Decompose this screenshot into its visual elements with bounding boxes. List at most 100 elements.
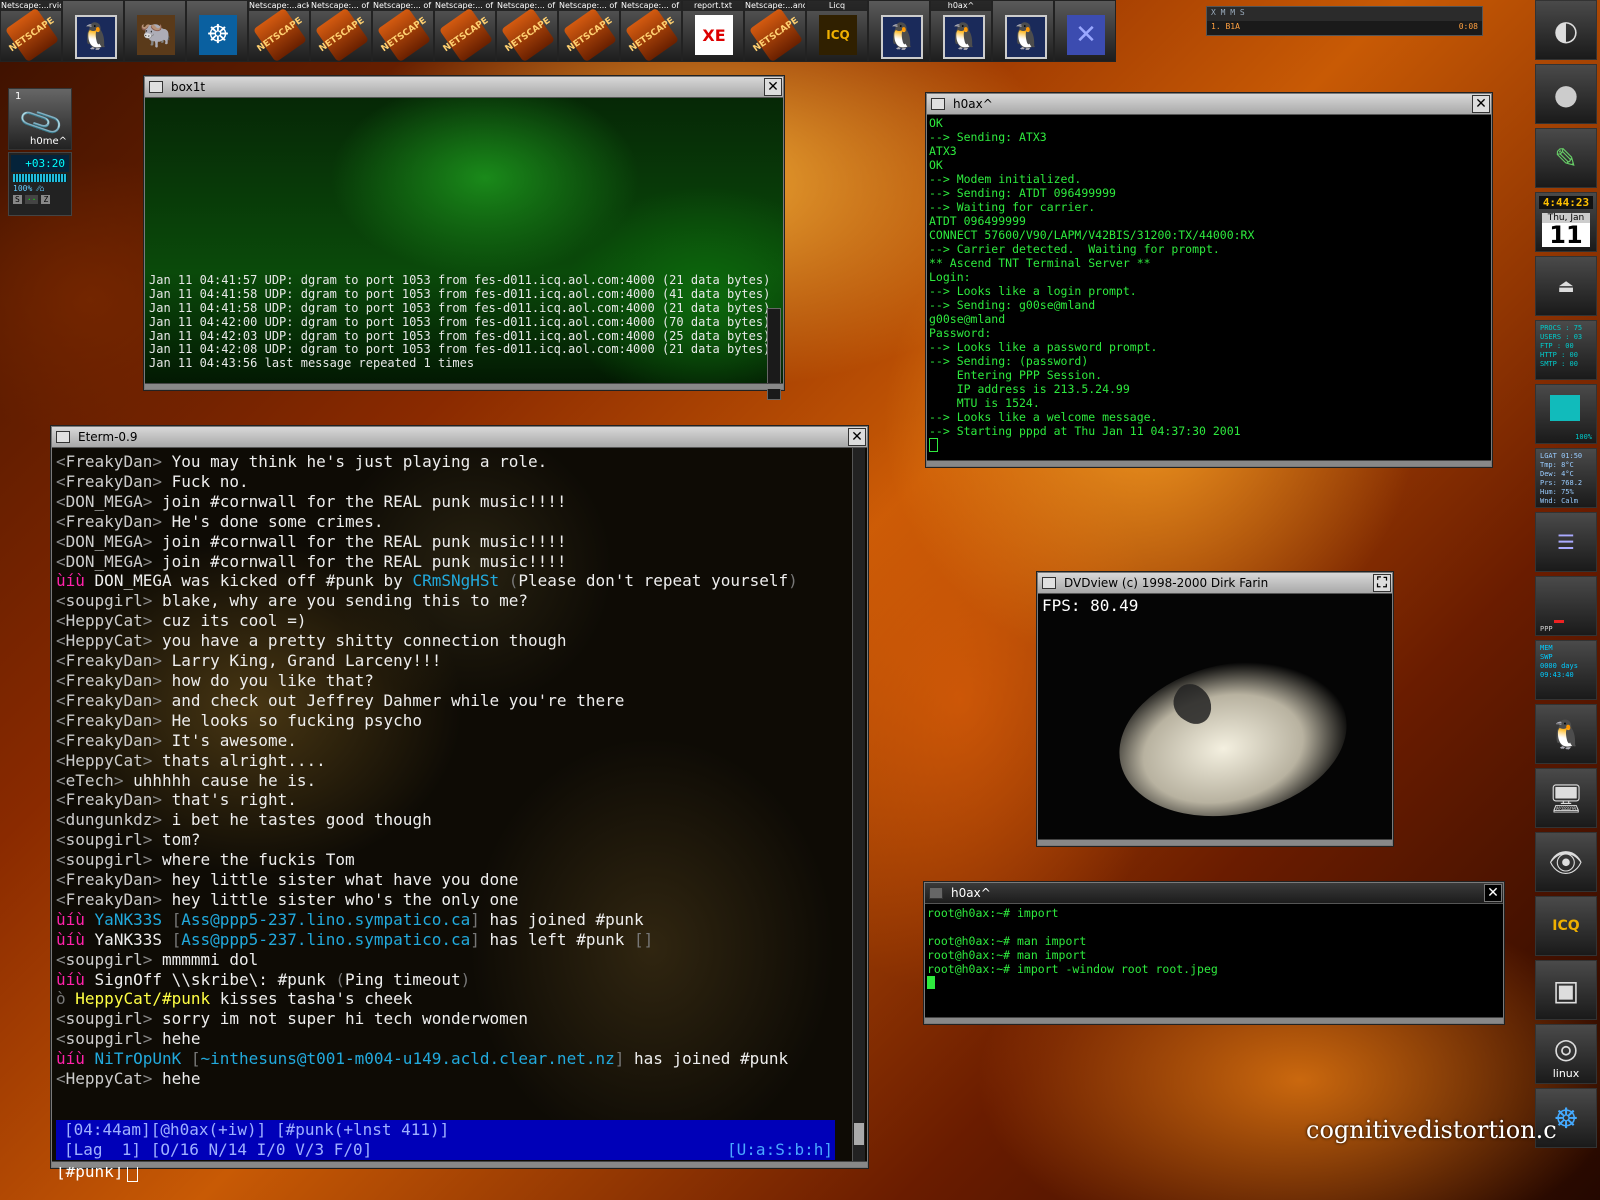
log-line: Jan 11 04:41:58 UDP: dgram to port 1053 … [149, 301, 771, 316]
modem-log-output[interactable]: OK --> Sending: ATX3 ATX3 OK --> Modem initi… [927, 115, 1491, 460]
dock-app-swirl[interactable]: ◐ [1535, 0, 1597, 60]
moon-icon: ● [1553, 77, 1579, 111]
h0ax-shell-titlebar[interactable]: h0ax^ ✕ [925, 883, 1503, 904]
vertical-scrollbar[interactable] [852, 448, 865, 1161]
taskbar-item[interactable]: Netscape:... of 7 NETSCAPE [310, 0, 372, 62]
h0ax-titlebar[interactable]: h0ax^ ✕ [927, 94, 1491, 115]
chat-line: <FreakyDan> Larry King, Grand Larceny!!! [56, 651, 847, 671]
maximize-icon[interactable]: ⛶ [1373, 574, 1391, 592]
taskbar-item[interactable]: Netscape:... of 7 NETSCAPE [434, 0, 496, 62]
dock-clock[interactable]: 4:44:23 Thu, Jan 11 [1535, 192, 1597, 252]
window-menu-icon[interactable] [931, 98, 945, 110]
horizontal-scrollbar[interactable] [927, 460, 1491, 466]
window-menu-icon[interactable] [149, 81, 163, 93]
taskbar-item[interactable]: ☸ [186, 0, 248, 62]
chat-punct: ) [788, 571, 798, 591]
chat-punct: > [142, 531, 162, 551]
close-icon[interactable]: ✕ [764, 78, 782, 96]
taskbar-item[interactable]: 🐧 [868, 0, 930, 62]
chat-nick: HeppyCat/#punk [75, 989, 211, 1009]
dock-xeyes[interactable]: 👁 [1535, 832, 1597, 892]
clock-time: 4:44:23 [1539, 196, 1593, 209]
chat-line: <soupgirl> where the fuckis Tom [56, 850, 847, 870]
taskbar-item[interactable]: Netscape:...acks NETSCAPE [248, 0, 310, 62]
chat-punct: < [56, 830, 66, 850]
horizontal-scrollbar[interactable] [925, 1017, 1503, 1023]
chat-nick: HeppyCat [65, 611, 143, 631]
window-menu-icon[interactable] [929, 887, 943, 899]
chat-text: join #cornwall for the REAL punk music!!… [161, 531, 567, 551]
chat-nick: soupgirl [65, 1009, 143, 1029]
dock-cdplayer[interactable]: ⏏ [1535, 256, 1597, 316]
chat-line: <DON_MEGA> join #cornwall for the REAL p… [56, 552, 847, 572]
chat-text: how do you like that? [171, 670, 374, 690]
taskbar-item[interactable]: Licq ICQ [806, 0, 868, 62]
chat-punct: > [152, 651, 172, 671]
chat-punct [624, 930, 634, 949]
taskbar-item[interactable]: Netscape:... of 7 NETSCAPE [372, 0, 434, 62]
scrollbar-thumb[interactable] [854, 1123, 864, 1145]
chat-punct: [ [161, 929, 182, 949]
taskbar-item[interactable]: Netscape:...rviceNETSCAPE [0, 0, 62, 62]
dvdview-titlebar[interactable]: DVDview (c) 1998-2000 Dirk Farin ⛶ [1038, 573, 1392, 594]
terminal-line: ** Ascend TNT Terminal Server ** [929, 256, 1151, 270]
taskbar-item[interactable]: ✕ [1054, 0, 1116, 62]
netscape-icon: NETSCAPE [4, 7, 60, 61]
h0ax-shell-window[interactable]: h0ax^ ✕ root@h0ax:~# import root@h0ax:~#… [924, 882, 1504, 1024]
timer-widget[interactable]: +03:20 100% ⁄⁄⌂ S ·· Z [8, 152, 72, 216]
chat-punct: < [56, 1029, 66, 1049]
dock-licq[interactable]: ICQ [1535, 896, 1597, 956]
terminal-line: root@h0ax:~# man import [927, 948, 1087, 962]
chat-nick: YaNK33S [94, 909, 162, 929]
dock-terminal[interactable]: 🖥 [1535, 768, 1597, 828]
desktop-pager[interactable]: 1 📎 h0me^ [8, 88, 72, 150]
chat-punct: < [56, 750, 66, 770]
netscape-icon: NETSCAPE [376, 7, 432, 61]
chat-prefix: ò [56, 989, 66, 1009]
taskbar-item[interactable]: report.txt XE [682, 0, 744, 62]
dock-linux[interactable]: ◎ linux [1535, 1024, 1597, 1084]
dock-moon-phase[interactable]: ● [1535, 64, 1597, 124]
xmms-player[interactable]: X M M S 1. B1A 0:08 [1206, 6, 1483, 36]
dock-mixer[interactable]: ☰ [1535, 512, 1597, 572]
chat-punct: < [56, 1009, 66, 1029]
monitor-icon: ▣ [1552, 973, 1580, 1007]
close-icon[interactable]: ✕ [848, 428, 866, 446]
timer-s-button[interactable]: S [13, 195, 22, 204]
chat-text: kisses tasha's cheek [219, 989, 413, 1009]
taskbar-item[interactable]: 🐧 [62, 0, 124, 62]
taskbar-item[interactable]: h0ax^ 🐧 [930, 0, 992, 62]
box1t-window[interactable]: box1t ✕ Jan 11 04:41:57 UDP: dgram to po… [144, 76, 784, 400]
chat-tail: [] [634, 929, 654, 949]
dock-ppp-monitor[interactable]: PPP [1535, 576, 1597, 636]
window-menu-icon[interactable] [56, 431, 70, 443]
tux-monitor-icon: 🐧 [943, 15, 985, 59]
chat-text: tom? [161, 830, 201, 850]
close-icon[interactable]: ✕ [1484, 884, 1502, 902]
dock-tux[interactable]: 🐧 [1535, 704, 1597, 764]
eterm-irc-window[interactable]: Eterm-0.9 ✕ <FreakyDan> You may think he… [51, 426, 868, 1182]
taskbar-item[interactable]: Netscape:... of 7 NETSCAPE [620, 0, 682, 62]
taskbar-item[interactable]: Netscape:... of 7 NETSCAPE [496, 0, 558, 62]
close-icon[interactable]: ✕ [1472, 95, 1490, 113]
chat-nick: FreakyDan [65, 870, 153, 890]
taskbar-item[interactable]: Netscape:...andsNETSCAPE [744, 0, 806, 62]
dvdview-window[interactable]: DVDview (c) 1998-2000 Dirk Farin ⛶ FPS: … [1037, 572, 1393, 846]
taskbar-item[interactable]: Netscape:... of 7 NETSCAPE [558, 0, 620, 62]
h0ax-modem-window[interactable]: h0ax^ ✕ OK --> Sending: ATX3 ATX3 OK --> Mod… [926, 93, 1492, 467]
dock-volume[interactable]: 100% [1535, 384, 1597, 444]
box1t-titlebar[interactable]: box1t ✕ [145, 77, 783, 98]
horizontal-scrollbar[interactable] [52, 1161, 867, 1167]
horizontal-scrollbar[interactable] [145, 383, 783, 389]
window-menu-icon[interactable] [1042, 577, 1056, 589]
dock-screen[interactable]: ▣ [1535, 960, 1597, 1020]
timer-z-button[interactable]: Z [41, 195, 51, 204]
shell-output[interactable]: root@h0ax:~# import root@h0ax:~# man imp… [925, 904, 1503, 1017]
horizontal-scrollbar[interactable] [1038, 839, 1392, 845]
icq-icon: ICQ [1552, 918, 1580, 934]
taskbar-item[interactable]: 🐃 [124, 0, 186, 62]
eterm-titlebar[interactable]: Eterm-0.9 ✕ [52, 427, 867, 448]
dock-app-monitor[interactable]: ✎ [1535, 128, 1597, 188]
taskbar-item[interactable]: 🐧 [992, 0, 1054, 62]
chat-punct: < [56, 670, 66, 690]
